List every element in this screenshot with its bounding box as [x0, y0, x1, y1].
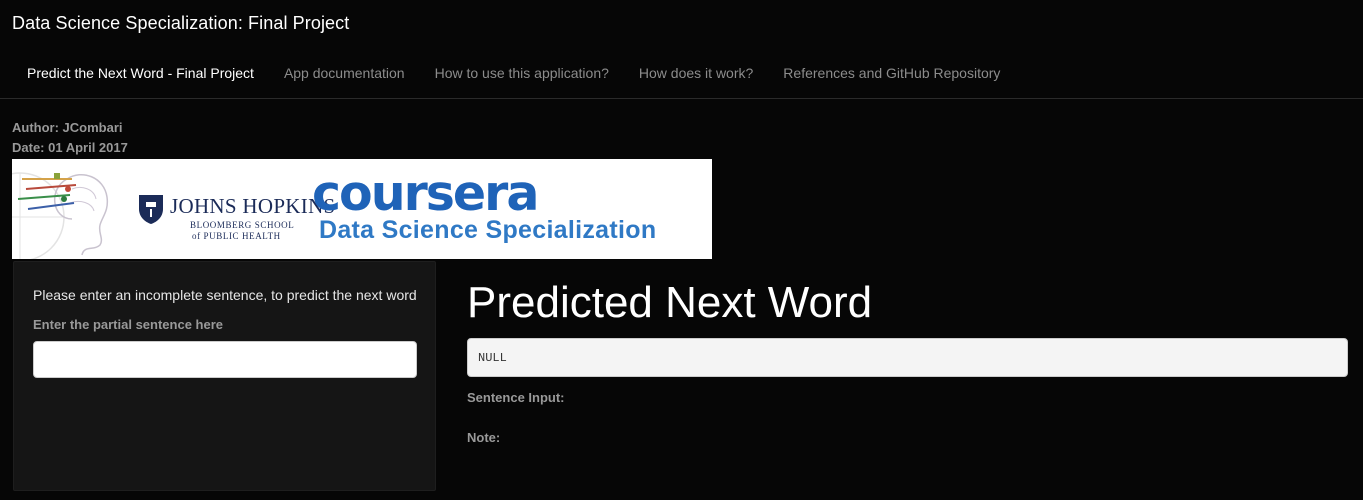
- partial-sentence-input[interactable]: [33, 341, 417, 378]
- tab-references-github[interactable]: References and GitHub Repository: [768, 55, 1015, 91]
- jhu-shield-logo: [139, 195, 163, 224]
- header-banner-image: JOHNS HOPKINS BLOOMBERG SCHOOL of PUBLIC…: [12, 159, 712, 259]
- note-label: Note:: [467, 430, 501, 445]
- jhu-wordmark: JOHNS HOPKINS: [170, 194, 336, 218]
- app-title[interactable]: Data Science Specialization: Final Proje…: [12, 13, 349, 34]
- predicted-word-heading: Predicted Next Word: [467, 278, 873, 327]
- jhu-school-line: BLOOMBERG SCHOOL: [190, 220, 295, 230]
- specialization-title: Data Science Specialization: [319, 216, 657, 244]
- tab-predict-next-word[interactable]: Predict the Next Word - Final Project: [12, 55, 269, 91]
- prediction-output: NULL: [467, 338, 1348, 377]
- tab-app-documentation[interactable]: App documentation: [269, 55, 420, 91]
- jhu-school-line-2: of PUBLIC HEALTH: [192, 231, 281, 241]
- coursera-logo: coursera: [312, 165, 539, 222]
- instruction-text: Please enter an incomplete sentence, to …: [33, 287, 417, 303]
- sidebar-panel: Please enter an incomplete sentence, to …: [13, 261, 436, 491]
- tab-bar: Predict the Next Word - Final Project Ap…: [12, 55, 1015, 91]
- sentence-input-output-label: Sentence Input:: [467, 390, 565, 405]
- tab-how-to-use[interactable]: How to use this application?: [420, 55, 624, 91]
- brain-network-image: [12, 172, 109, 259]
- sentence-input-label: Enter the partial sentence here: [33, 317, 224, 332]
- navbar: Data Science Specialization: Final Proje…: [0, 0, 1363, 99]
- author-line: Author: JCombari: [12, 120, 123, 135]
- date-line: Date: 01 April 2017: [12, 140, 128, 155]
- tab-how-does-it-work[interactable]: How does it work?: [624, 55, 768, 91]
